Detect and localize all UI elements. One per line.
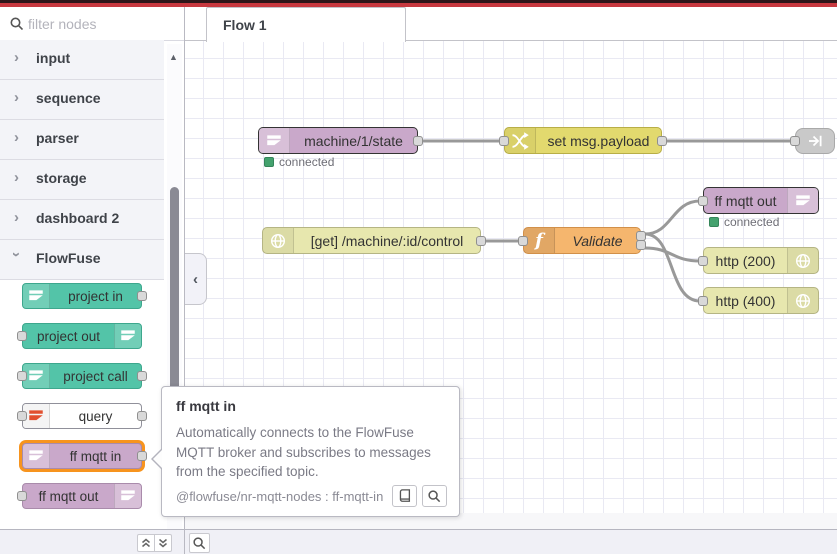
status-dot-icon (264, 157, 274, 167)
input-port[interactable] (790, 136, 800, 146)
palette-node-ff-mqtt-out[interactable]: ff mqtt out (17, 483, 142, 509)
category-dashboard-2[interactable]: › dashboard 2 (0, 200, 164, 240)
change-icon (505, 128, 536, 153)
node-status: connected (709, 215, 779, 229)
category-parser[interactable]: › parser (0, 120, 164, 160)
input-port[interactable] (17, 411, 27, 421)
node-ff-mqtt-out[interactable]: ff mqtt out (698, 187, 819, 214)
node-change-set-msg-payload[interactable]: set msg.payload (499, 127, 667, 154)
chevron-double-up-icon (141, 538, 151, 548)
collapse-all-button[interactable] (137, 534, 155, 552)
chevron-right-icon: › (14, 89, 19, 106)
globe-icon (787, 288, 818, 313)
output-port[interactable] (413, 135, 423, 146)
input-port[interactable] (17, 491, 27, 501)
scroll-up-icon[interactable]: ▲ (169, 52, 178, 62)
flowfuse-icon (23, 284, 50, 308)
output-port[interactable] (476, 235, 486, 246)
tooltip-description: Automatically connects to the FlowFuse M… (176, 425, 431, 480)
node-red-window: › input › sequence › parser › storage › … (0, 0, 837, 554)
flowfuse-icon (23, 404, 50, 428)
globe-icon (263, 228, 294, 253)
chevron-right-icon: › (14, 49, 19, 66)
input-port[interactable] (698, 195, 708, 206)
output-port-2[interactable] (636, 240, 646, 250)
tooltip-module: @flowfuse/nr-mqtt-nodes : ff-mqtt-in (176, 488, 384, 504)
output-port[interactable] (137, 411, 147, 421)
chevron-right-icon: › (14, 169, 19, 186)
node-info-tooltip: ff mqtt in Automatically connects to the… (151, 386, 460, 517)
search-flows-button[interactable] (189, 533, 210, 553)
globe-icon (787, 248, 818, 273)
input-port[interactable] (698, 255, 708, 266)
node-http-response-400[interactable]: http (400) (698, 287, 819, 314)
flowfuse-icon (114, 484, 141, 508)
flowfuse-icon (259, 128, 290, 153)
output-port[interactable] (137, 451, 147, 461)
input-port[interactable] (499, 135, 509, 146)
tab-flow-1[interactable]: Flow 1 (206, 7, 406, 42)
node-link-out[interactable] (790, 128, 835, 154)
search-input[interactable] (26, 11, 180, 37)
flowfuse-icon (23, 444, 50, 468)
input-port[interactable] (17, 371, 27, 381)
category-flowfuse[interactable]: › FlowFuse (0, 240, 164, 280)
find-node-button[interactable] (422, 485, 447, 507)
magnifier-icon (428, 489, 441, 502)
function-icon: f (524, 228, 555, 253)
tooltip-title: ff mqtt in (176, 398, 236, 414)
node-ff-mqtt-in-machine-state[interactable]: machine/1/state (258, 127, 423, 154)
book-icon (399, 489, 410, 502)
chevron-down-icon: › (8, 252, 25, 257)
footer-bar (0, 529, 837, 554)
flow-tab-bar: Flow 1 (185, 7, 837, 42)
input-port[interactable] (17, 331, 27, 341)
palette-search (0, 7, 184, 41)
flowfuse-icon (114, 324, 141, 348)
node-status: connected (264, 155, 334, 169)
flowfuse-icon (787, 188, 818, 213)
palette-collapse-handle[interactable]: ‹ (185, 253, 207, 305)
palette-node-project-call[interactable]: project call (17, 363, 147, 389)
node-http-in-get-machine-control[interactable]: [get] /machine/:id/control (262, 227, 486, 254)
chevron-right-icon: › (14, 129, 19, 146)
category-storage[interactable]: › storage (0, 160, 164, 200)
link-out-arrow-icon (809, 135, 822, 147)
output-port[interactable] (657, 135, 667, 146)
magnifier-icon (193, 536, 206, 549)
docs-button[interactable] (392, 485, 417, 507)
node-function-validate[interactable]: f Validate (518, 227, 646, 254)
palette-node-ff-mqtt-in[interactable]: ff mqtt in (22, 443, 147, 469)
chevron-double-down-icon (158, 538, 168, 548)
output-port[interactable] (137, 371, 147, 381)
status-dot-icon (709, 217, 719, 227)
node-http-response-200[interactable]: http (200) (698, 247, 819, 274)
input-port[interactable] (518, 235, 528, 246)
output-port[interactable] (137, 291, 147, 301)
chevron-right-icon: › (14, 209, 19, 226)
palette-node-query[interactable]: query (17, 403, 147, 429)
category-input[interactable]: › input (0, 40, 164, 80)
chevron-left-icon: ‹ (193, 270, 198, 288)
category-sequence[interactable]: › sequence (0, 80, 164, 120)
palette-node-project-in[interactable]: project in (22, 283, 147, 309)
flowfuse-icon (23, 364, 50, 388)
input-port[interactable] (698, 295, 708, 306)
palette-node-project-out[interactable]: project out (17, 323, 142, 349)
search-icon (10, 17, 23, 30)
expand-all-button[interactable] (154, 534, 172, 552)
